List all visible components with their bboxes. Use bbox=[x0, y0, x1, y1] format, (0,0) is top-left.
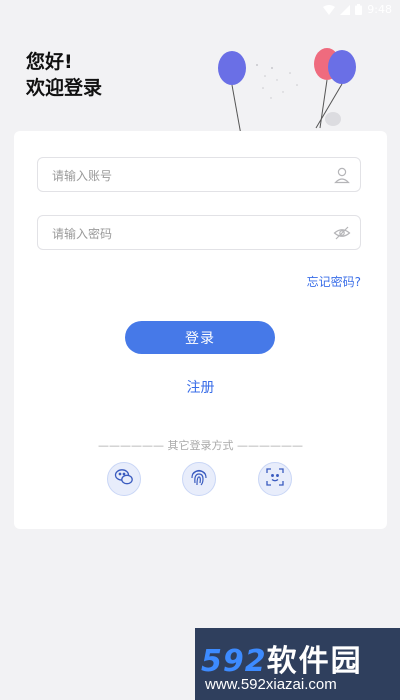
face-scan-icon bbox=[264, 466, 286, 492]
other-login-methods-label: —————— 其它登录方式 —————— bbox=[98, 439, 303, 452]
balloons-illustration bbox=[205, 40, 365, 136]
login-card: 忘记密码? 登录 注册 —————— 其它登录方式 —————— bbox=[14, 131, 387, 529]
wechat-icon bbox=[113, 466, 135, 492]
watermark: 592软件园 www.592xiazai.com bbox=[195, 628, 400, 700]
wechat-login-button[interactable] bbox=[107, 462, 141, 496]
login-button[interactable]: 登录 bbox=[125, 321, 275, 354]
watermark-brand: 592软件园 bbox=[201, 636, 363, 680]
register-link[interactable]: 注册 bbox=[14, 377, 387, 397]
user-icon bbox=[333, 166, 351, 184]
watermark-url: www.592xiazai.com bbox=[205, 676, 337, 693]
fingerprint-login-button[interactable] bbox=[182, 462, 216, 496]
account-input[interactable] bbox=[50, 158, 324, 193]
status-bar: 9:48 bbox=[0, 0, 400, 22]
password-field bbox=[37, 215, 361, 251]
greeting-line-2: 欢迎登录 bbox=[26, 77, 103, 99]
signal-icon bbox=[340, 4, 351, 15]
watermark-brand-number: 592 bbox=[201, 644, 267, 679]
forgot-password-link[interactable]: 忘记密码? bbox=[307, 273, 361, 290]
password-input[interactable] bbox=[50, 216, 324, 251]
account-field bbox=[37, 157, 361, 193]
wifi-icon bbox=[323, 4, 336, 15]
battery-icon bbox=[355, 4, 363, 15]
status-indicators: 9:48 bbox=[323, 3, 392, 16]
greeting: 您好! 欢迎登录 bbox=[26, 49, 102, 101]
status-time: 9:48 bbox=[367, 3, 392, 16]
fingerprint-icon bbox=[188, 466, 210, 492]
greeting-line-1: 您好! bbox=[26, 51, 73, 73]
watermark-brand-name: 软件园 bbox=[266, 644, 363, 679]
eye-off-icon[interactable] bbox=[333, 224, 351, 242]
face-login-button[interactable] bbox=[258, 462, 292, 496]
